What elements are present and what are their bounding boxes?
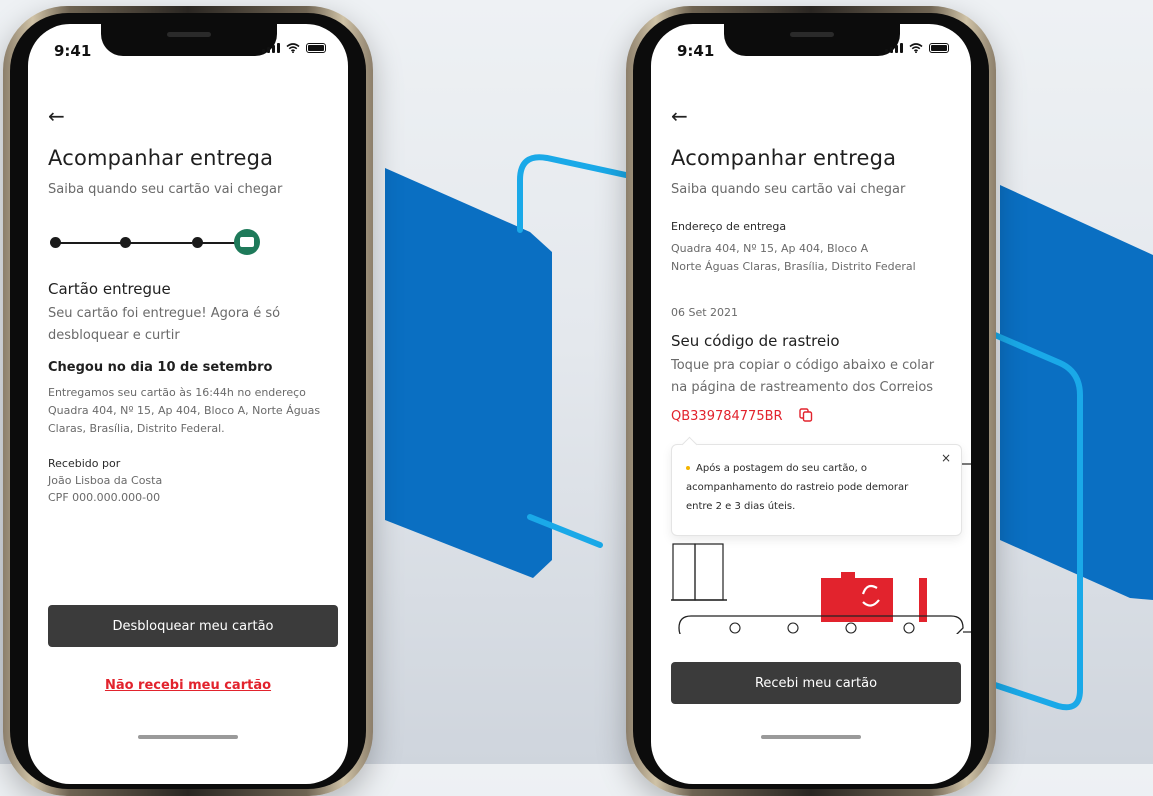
status-time: 9:41	[677, 42, 715, 60]
status-desc-line: desbloquear e curtir	[48, 328, 180, 343]
screen-delivered: 9:41 ← Acompanhar entrega Saiba quando s…	[28, 24, 348, 784]
notch	[101, 24, 277, 56]
wifi-icon	[286, 43, 300, 53]
status-icons	[885, 43, 949, 53]
tracking-desc-line: Toque pra copiar o código abaixo e colar	[671, 358, 935, 373]
page-title: Acompanhar entrega	[48, 146, 274, 170]
cyan-outline-center	[517, 154, 643, 548]
battery-icon	[306, 43, 326, 53]
step-line	[130, 242, 192, 244]
tracking-code[interactable]: QB339784775BR	[671, 409, 783, 424]
arrived-text-line: Entregamos seu cartão às 16:44h no ender…	[48, 386, 306, 399]
address-line: Quadra 404, Nº 15, Ap 404, Bloco A	[671, 242, 869, 255]
tracking-tooltip: × Após a postagem do seu cartão, o acomp…	[671, 436, 962, 536]
unlock-card-button[interactable]: Desbloquear meu cartão	[48, 605, 338, 647]
tracking-date: 06 Set 2021	[671, 306, 739, 319]
tracking-desc-line: na página de rastreamento dos Correios	[671, 380, 934, 395]
delivery-stepper	[50, 229, 260, 255]
arrived-text-line: Quadra 404, Nº 15, Ap 404, Bloco A, Nort…	[48, 404, 321, 417]
status-time: 9:41	[54, 42, 92, 60]
signal-icon	[885, 43, 903, 53]
copy-icon[interactable]	[799, 408, 813, 422]
wifi-icon	[909, 43, 923, 53]
arrived-text-line: Claras, Brasília, Distrito Federal.	[48, 422, 225, 435]
tooltip-arrow	[681, 436, 698, 453]
address-label: Endereço de entrega	[671, 220, 787, 233]
address-line: Norte Águas Claras, Brasília, Distrito F…	[671, 260, 916, 273]
signal-icon	[262, 43, 280, 53]
received-label: Recebido por	[48, 457, 121, 470]
arrived-heading: Chegou no dia 10 de setembro	[48, 360, 273, 375]
tooltip-line: Após a postagem do seu cartão, o	[696, 463, 868, 474]
blue-parallelogram-center	[385, 168, 552, 578]
card-icon	[234, 229, 260, 255]
received-card-button[interactable]: Recebi meu cartão	[671, 662, 961, 704]
phone-right: 9:41 ← Acompanhar entrega Saiba quando s…	[626, 6, 996, 796]
tooltip-text: Após a postagem do seu cartão, o acompan…	[686, 459, 936, 516]
phone-left: 9:41 ← Acompanhar entrega Saiba quando s…	[3, 6, 373, 796]
back-arrow-icon[interactable]: ←	[671, 104, 688, 128]
status-icons	[262, 43, 326, 53]
received-cpf: CPF 000.000.000-00	[48, 491, 161, 504]
status-heading: Cartão entregue	[48, 280, 171, 298]
home-indicator	[138, 735, 238, 739]
bullet-icon	[686, 466, 690, 470]
not-received-link[interactable]: Não recebi meu cartão	[28, 678, 348, 693]
status-desc-line: Seu cartão foi entregue! Agora é só	[48, 306, 281, 321]
step-line	[60, 242, 122, 244]
page-subtitle: Saiba quando seu cartão vai chegar	[671, 182, 906, 197]
back-arrow-icon[interactable]: ←	[48, 104, 65, 128]
cyan-outline-right	[992, 332, 1083, 711]
screen-tracking: 9:41 ← Acompanhar entrega Saiba quando s…	[651, 24, 971, 784]
tooltip-line: acompanhamento do rastreio pode demorar	[686, 482, 909, 493]
page-subtitle: Saiba quando seu cartão vai chegar	[48, 182, 283, 197]
close-icon[interactable]: ×	[941, 451, 951, 465]
blue-parallelogram-right	[1000, 185, 1153, 600]
notch	[724, 24, 900, 56]
received-name: João Lisboa da Costa	[48, 474, 163, 487]
tracking-heading: Seu código de rastreio	[671, 332, 840, 350]
step-line	[202, 242, 236, 244]
tooltip-line: entre 2 e 3 dias úteis.	[686, 501, 796, 512]
battery-icon	[929, 43, 949, 53]
home-indicator	[761, 735, 861, 739]
page-title: Acompanhar entrega	[671, 146, 897, 170]
